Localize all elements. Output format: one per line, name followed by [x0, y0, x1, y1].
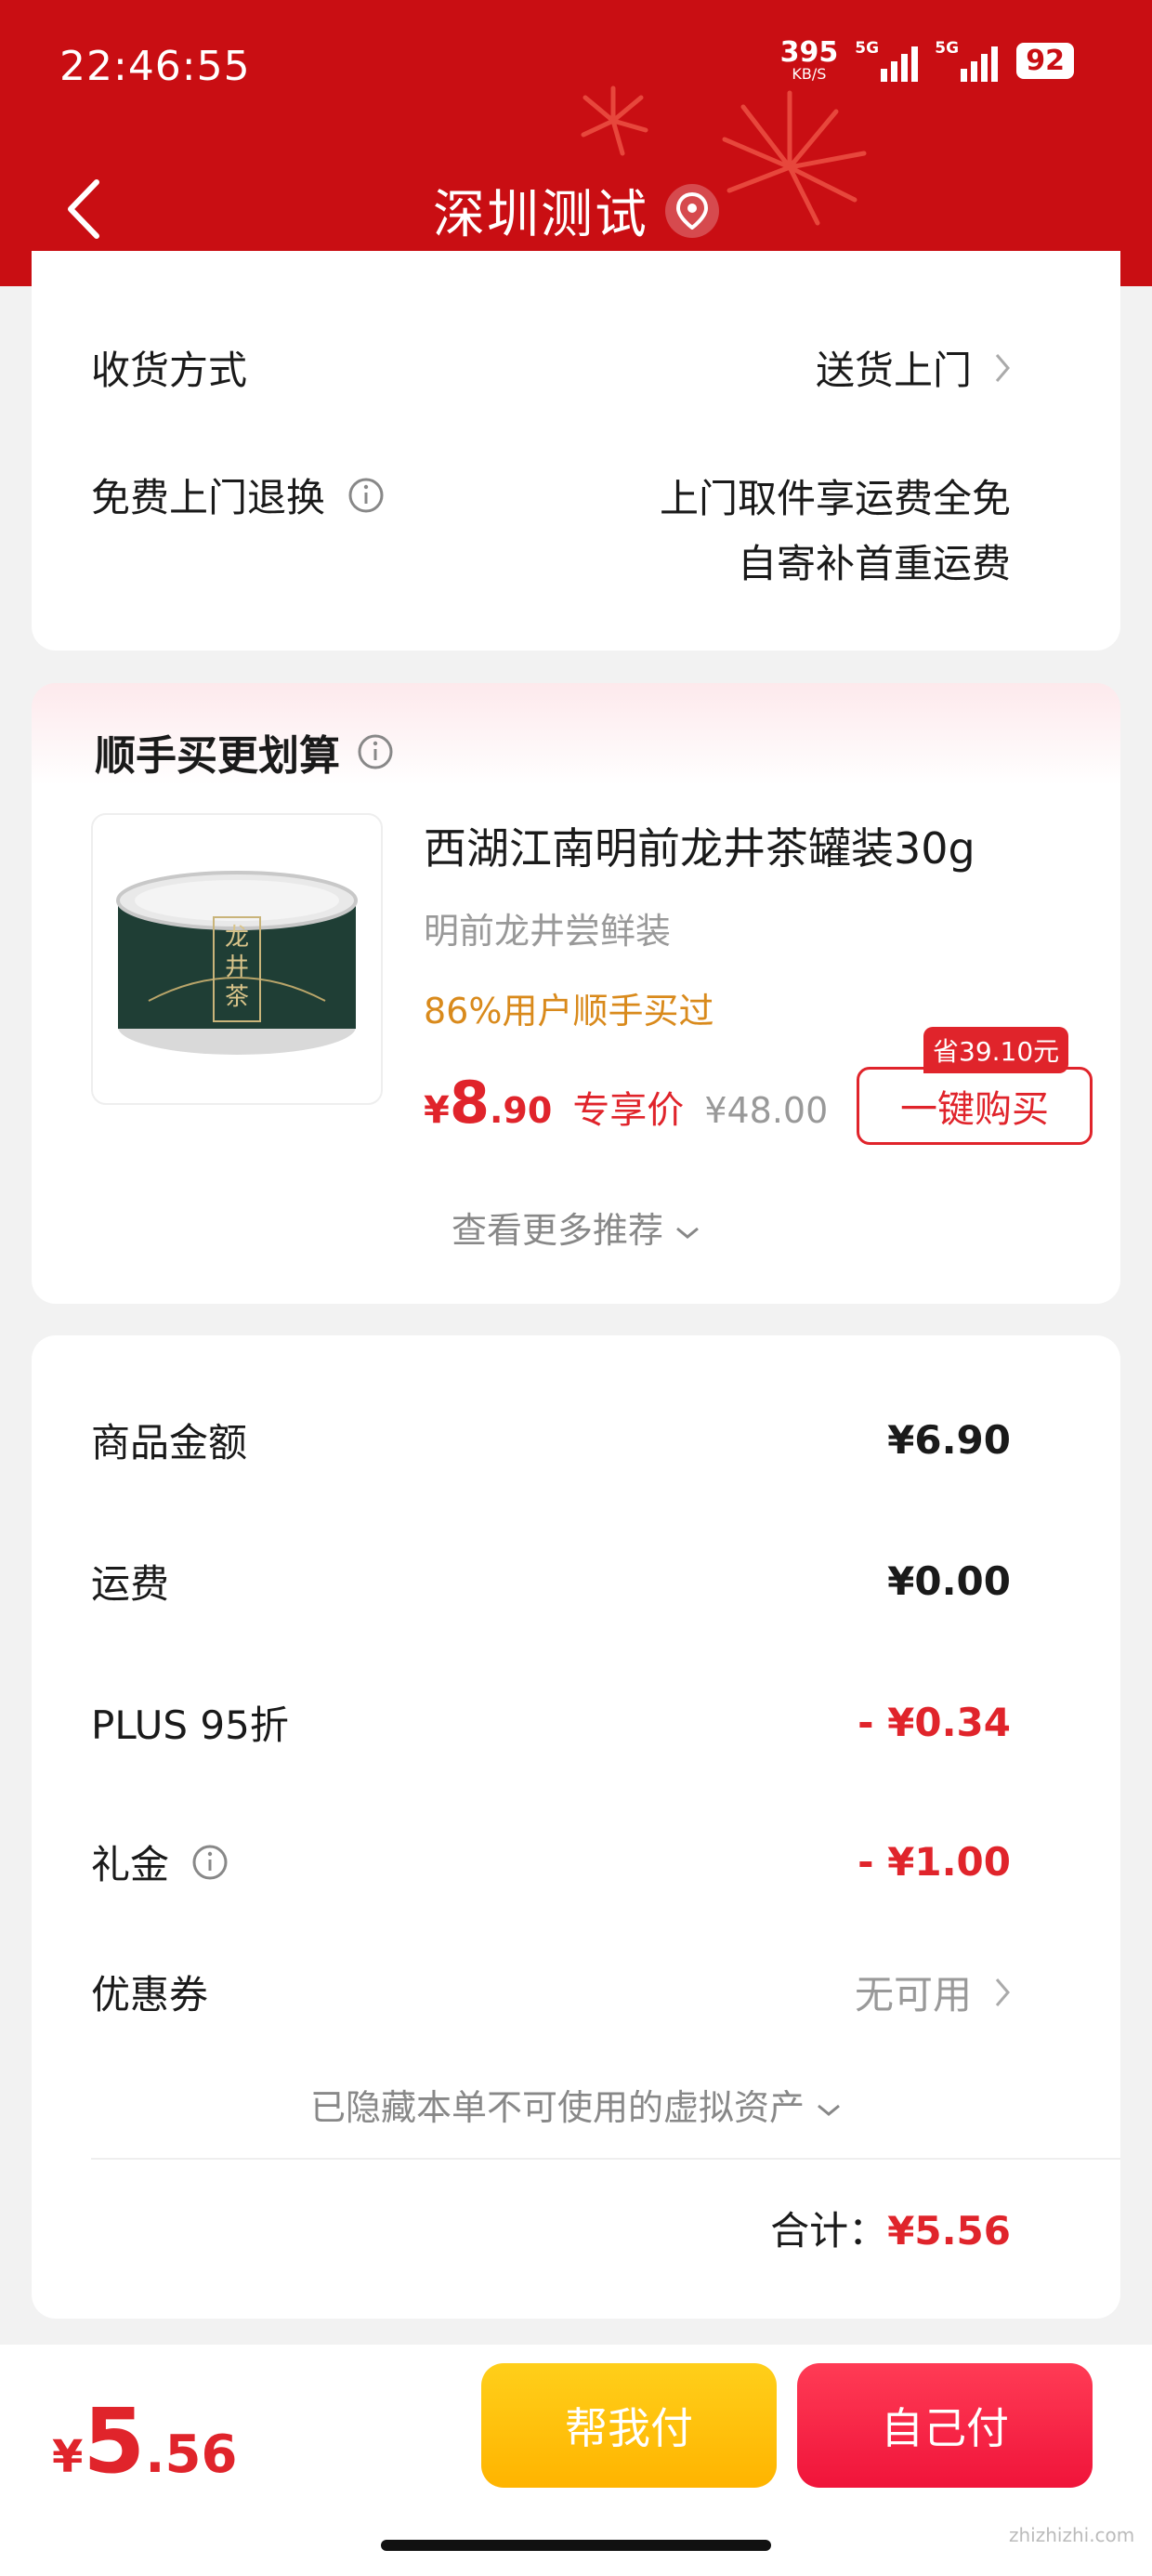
save-badge: 省39.10元	[923, 1027, 1069, 1073]
tea-can-icon: 龙 井 茶	[116, 871, 358, 1055]
pay-price-currency: ¥	[52, 2431, 84, 2483]
coupon-label: 优惠券	[91, 1972, 209, 2017]
delivery-method-label: 收货方式	[91, 348, 248, 393]
total-row: 合计： ¥5.56	[770, 2200, 1011, 2256]
see-more-label: 查看更多推荐	[451, 1210, 663, 1251]
summary-row-plus: PLUS 95折 - ¥0.34	[91, 1694, 1011, 1751]
free-return-label-group: 免费上门退换	[91, 467, 385, 523]
free-return-value-line1: 上门取件享运费全免	[659, 476, 1011, 521]
info-icon[interactable]	[347, 477, 385, 514]
product-rate: 86%用户顺手买过	[424, 991, 714, 1032]
battery-icon: 92	[1016, 42, 1074, 79]
help-me-pay-button[interactable]: 帮我付	[481, 2363, 777, 2488]
pay-price-integer: 5	[83, 2389, 146, 2493]
network-speed: 395 KB/S	[780, 39, 839, 82]
recommend-card: 顺手买更划算 龙 井 茶 西湖江南明前龙井茶罐装30g 明前龙井尝鲜装 86%用…	[32, 683, 1120, 1304]
delivery-method-value-group[interactable]: 送货上门	[816, 339, 1011, 396]
signal-label: 5G	[935, 39, 960, 58]
price-currency: ¥	[424, 1089, 450, 1132]
delivery-card: 收货方式 送货上门 免费上门退换 上门取件享运费全免 自寄补首重运费	[32, 251, 1120, 651]
signal-icon: 5G	[935, 39, 999, 82]
header-title-group[interactable]: 深圳测试	[0, 173, 1152, 248]
price-integer: 8	[449, 1069, 490, 1137]
signal-label: 5G	[855, 39, 880, 58]
app-header: 22:46:55 395 KB/S 5G 5G 92 深圳测试	[0, 0, 1152, 286]
total-value: ¥5.56	[887, 2208, 1011, 2254]
summary-row-gift: 礼金 - ¥1.00	[91, 1833, 1011, 1890]
page-title: 深圳测试	[433, 185, 648, 245]
gift-label: 礼金	[91, 1842, 170, 1887]
shipping-label: 运费	[91, 1561, 170, 1607]
pay-total-price: ¥5.56	[52, 2389, 237, 2493]
signal-icon: 5G	[855, 39, 919, 82]
chevron-right-icon	[995, 1978, 1010, 2006]
product-price: ¥8.90	[424, 1069, 552, 1137]
home-indicator[interactable]	[381, 2540, 771, 2551]
summary-row-goods: 商品金额 ¥6.90	[91, 1412, 1011, 1468]
original-price: ¥48.00	[704, 1090, 829, 1131]
pay-price-decimal: .56	[145, 2425, 238, 2485]
one-click-buy-button[interactable]: 一键购买	[857, 1067, 1093, 1145]
speed-unit: KB/S	[792, 65, 827, 83]
see-more-recommend[interactable]: 查看更多推荐	[32, 1202, 1120, 1253]
summary-row-shipping: 运费 ¥0.00	[91, 1553, 1011, 1610]
can-label-char: 龙	[225, 924, 249, 952]
price-tag: 专享价	[572, 1089, 685, 1132]
product-image[interactable]: 龙 井 茶	[91, 813, 383, 1105]
product-price-row: ¥8.90 专享价 ¥48.00	[424, 1069, 828, 1137]
speed-value: 395	[779, 36, 839, 69]
location-pin-icon[interactable]	[665, 183, 719, 238]
recommend-title-group: 顺手买更划算	[95, 722, 394, 782]
price-summary-card: 商品金额 ¥6.90 运费 ¥0.00 PLUS 95折 - ¥0.34 礼金 …	[32, 1335, 1120, 2319]
summary-row-coupon[interactable]: 优惠券 无可用	[91, 1964, 1011, 2020]
can-label-char: 茶	[225, 983, 249, 1011]
divider	[91, 2158, 1120, 2160]
gift-label-group: 礼金	[91, 1833, 229, 1890]
plus-discount-value: - ¥0.34	[857, 1700, 1011, 1745]
gift-value: - ¥1.00	[857, 1839, 1011, 1885]
can-label-char: 井	[225, 953, 249, 981]
product-subtitle: 明前龙井尝鲜装	[424, 911, 672, 952]
delivery-method-row[interactable]: 收货方式 送货上门	[91, 339, 1011, 396]
info-icon[interactable]	[191, 1844, 229, 1881]
price-decimal: .90	[489, 1090, 553, 1131]
goods-amount-value: ¥6.90	[887, 1417, 1011, 1463]
pay-myself-button[interactable]: 自己付	[797, 2363, 1093, 2488]
hidden-assets-label: 已隐藏本单不可使用的虚拟资产	[309, 2087, 805, 2128]
status-time: 22:46:55	[59, 43, 251, 90]
coupon-value: 无可用	[854, 1972, 972, 2017]
recommend-title: 顺手买更划算	[95, 732, 340, 780]
watermark: zhizhizhi.com	[1009, 2524, 1135, 2546]
product-name[interactable]: 西湖江南明前龙井茶罐装30g	[424, 815, 975, 876]
chevron-right-icon	[995, 353, 1010, 382]
delivery-method-value: 送货上门	[815, 348, 972, 393]
goods-amount-label: 商品金额	[91, 1420, 248, 1465]
status-indicators: 395 KB/S 5G 5G 92	[780, 39, 1074, 82]
plus-discount-label: PLUS 95折	[91, 1702, 289, 1748]
coupon-value-group[interactable]: 无可用	[855, 1964, 1011, 2020]
free-return-value-line2: 自寄补首重运费	[737, 541, 1011, 586]
total-label: 合计：	[770, 2208, 888, 2254]
hidden-assets-note[interactable]: 已隐藏本单不可使用的虚拟资产	[32, 2079, 1120, 2130]
free-return-label: 免费上门退换	[91, 475, 326, 520]
chevron-down-icon	[676, 1227, 699, 1239]
free-return-value: 上门取件享运费全免 自寄补首重运费	[660, 467, 1011, 597]
shipping-value: ¥0.00	[887, 1558, 1011, 1604]
chevron-down-icon	[818, 2104, 840, 2116]
info-icon[interactable]	[357, 733, 394, 770]
